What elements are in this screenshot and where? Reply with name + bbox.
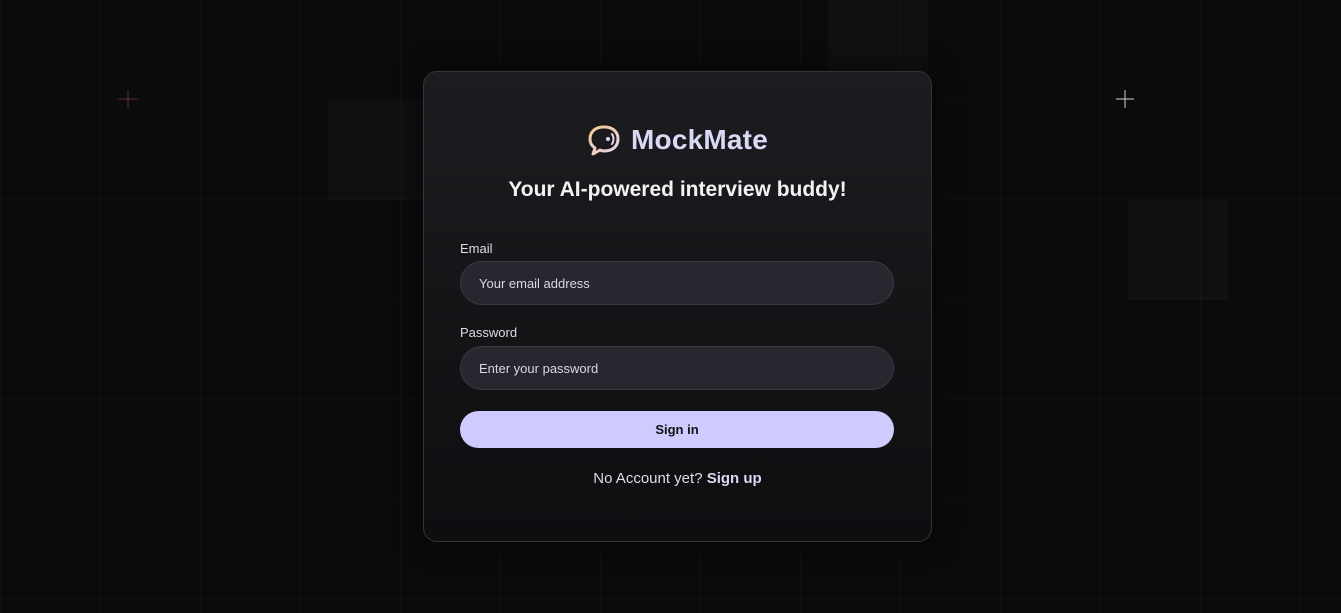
- background-tile: [328, 100, 428, 200]
- login-card: MockMate Your AI-powered interview buddy…: [423, 71, 932, 542]
- page-title: Your AI-powered interview buddy!: [508, 178, 847, 201]
- sparkle-icon: [1116, 90, 1134, 108]
- sign-in-button[interactable]: Sign in: [460, 411, 894, 448]
- chat-bubble-icon: [587, 124, 623, 156]
- email-field[interactable]: [460, 261, 894, 305]
- sign-up-link[interactable]: Sign up: [707, 470, 762, 487]
- email-label: Email: [460, 241, 493, 256]
- password-field[interactable]: [460, 346, 894, 390]
- sparkle-icon: [119, 90, 137, 108]
- brand-name: MockMate: [631, 124, 768, 155]
- brand: MockMate: [424, 124, 931, 156]
- signup-prompt: No Account yet? Sign up: [424, 470, 931, 487]
- password-label: Password: [460, 325, 518, 340]
- signup-prompt-text: No Account yet?: [593, 470, 703, 487]
- background-tile: [1128, 200, 1228, 300]
